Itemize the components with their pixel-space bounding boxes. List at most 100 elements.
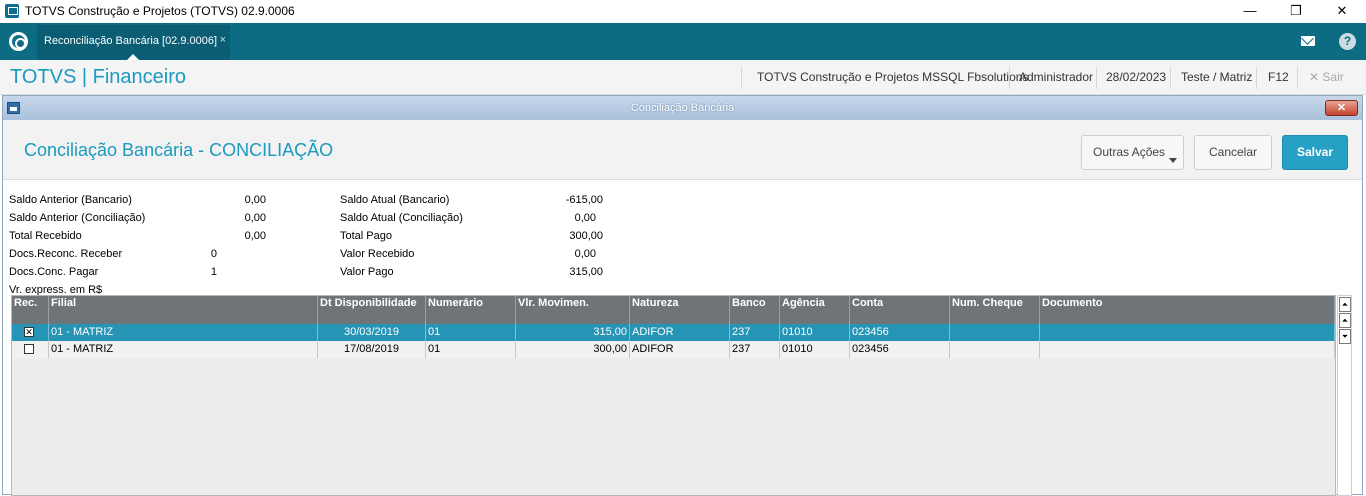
column-header-label: Num. Cheque — [952, 297, 1023, 309]
maximize-button[interactable]: ❐ — [1273, 0, 1319, 23]
summary-value: 0,00 — [574, 212, 596, 224]
column-header-numerario[interactable]: Numerário — [426, 296, 516, 324]
natureza-cell: ADIFOR — [630, 341, 730, 358]
dialog-titlebar: Conciliação Bancária ✕ — [3, 96, 1362, 120]
totvs-logo-icon[interactable] — [9, 32, 28, 51]
conciliacao-dialog: Conciliação Bancária ✕ Conciliação Bancá… — [2, 95, 1363, 496]
tab-label: Reconciliação Bancária [02.9.0006] — [44, 35, 218, 47]
column-header-agencia[interactable]: Agência — [780, 296, 850, 324]
summary-value: -615,00 — [565, 194, 603, 206]
column-header-vlr-movimen[interactable]: Vlr. Movimen. — [516, 296, 630, 324]
mail-icon[interactable] — [1292, 23, 1325, 60]
column-header-conta[interactable]: Conta — [850, 296, 950, 324]
table-row[interactable]: ✕ 01 - MATRIZ 30/03/2019 01 315,00 ADIFO… — [12, 324, 1335, 341]
rec-cell[interactable] — [12, 341, 49, 358]
summary-label: Saldo Anterior (Conciliação) — [9, 212, 146, 224]
column-header-label: Conta — [852, 297, 884, 309]
dt-disponibilidade-cell: 30/03/2019 — [318, 324, 426, 341]
summary-value: 300,00 — [569, 230, 603, 242]
divider — [1297, 67, 1298, 89]
num-cheque-cell — [950, 341, 1040, 358]
more-actions-button[interactable]: Outras Ações — [1081, 135, 1184, 170]
column-header-label: Natureza — [632, 297, 679, 309]
summary-label: Total Pago — [340, 230, 392, 242]
column-header-label: Filial — [51, 297, 77, 309]
summary-value: 0,00 — [244, 230, 266, 242]
conta-cell: 023456 — [850, 341, 950, 358]
grid-scrollbar[interactable]: ⏶ ⏶ ⏷ — [1337, 295, 1352, 496]
summary-value: 0 — [210, 248, 217, 260]
vlr-movimen-cell: 315,00 — [516, 324, 630, 341]
cancel-button[interactable]: Cancelar — [1194, 135, 1272, 170]
num-cheque-cell — [950, 324, 1040, 341]
column-header-label: Agência — [782, 297, 825, 309]
dialog-close-button[interactable]: ✕ — [1325, 100, 1358, 116]
column-header-label: Documento — [1042, 297, 1103, 309]
divider — [1170, 67, 1171, 89]
environment-info[interactable]: Teste / Matriz — [1181, 70, 1252, 84]
divider — [1096, 67, 1097, 89]
divider — [1256, 67, 1257, 89]
summary-label: Valor Recebido — [340, 248, 415, 260]
column-header-num-cheque[interactable]: Num. Cheque — [950, 296, 1040, 324]
movements-table[interactable]: Rec. Filial Dt Disponibilidade Numerário… — [11, 295, 1336, 496]
summary-label: Docs.Reconc. Receber — [9, 248, 123, 260]
dialog-title: Conciliação Bancária — [630, 102, 735, 114]
summary-value: 0,00 — [244, 212, 266, 224]
app-window-icon — [5, 4, 19, 18]
window-titlebar: TOTVS Construção e Projetos (TOTVS) 02.9… — [0, 0, 1366, 23]
summary-label: Saldo Atual (Bancario) — [340, 194, 450, 206]
rec-cell[interactable]: ✕ — [12, 324, 49, 341]
tab-reconciliacao-bancaria[interactable]: Reconciliação Bancária [02.9.0006] × — [37, 25, 230, 60]
summary-value: 0,00 — [244, 194, 266, 206]
agencia-cell: 01010 — [780, 341, 850, 358]
page-title: Conciliação Bancária - CONCILIAÇÃO — [24, 140, 334, 160]
row-checkbox[interactable] — [24, 344, 34, 354]
summary-label: Docs.Conc. Pagar — [9, 266, 99, 278]
exit-button[interactable]: ✕ Sair — [1309, 70, 1344, 84]
column-header-label: Vlr. Movimen. — [518, 297, 589, 309]
dialog-header: Conciliação Bancária - CONCILIAÇÃO Outra… — [3, 120, 1362, 180]
date-info[interactable]: 28/02/2023 — [1106, 70, 1166, 84]
column-header-label: Rec. — [14, 297, 38, 309]
user-info[interactable]: Administrador — [1019, 70, 1093, 84]
close-window-button[interactable]: ✕ — [1319, 0, 1365, 23]
window-title: TOTVS Construção e Projetos (TOTVS) 02.9… — [25, 4, 295, 18]
column-header-filial[interactable]: Filial — [49, 296, 318, 324]
summary-value: 0,00 — [574, 248, 596, 260]
table-row[interactable]: 01 - MATRIZ 17/08/2019 01 300,00 ADIFOR … — [12, 341, 1335, 358]
column-header-label: Numerário — [428, 297, 484, 309]
scroll-top-icon[interactable]: ⏶ — [1339, 297, 1351, 312]
documento-cell — [1040, 324, 1335, 341]
exit-label: Sair — [1322, 70, 1344, 84]
row-checkbox[interactable]: ✕ — [24, 327, 34, 337]
product-header: TOTVS | Financeiro TOTVS Construção e Pr… — [0, 60, 1366, 95]
shortcut-f12[interactable]: F12 — [1268, 70, 1289, 84]
summary-value: 315,00 — [569, 266, 603, 278]
conta-cell: 023456 — [850, 324, 950, 341]
minimize-button[interactable]: — — [1227, 0, 1273, 23]
column-header-banco[interactable]: Banco — [730, 296, 780, 324]
documento-cell — [1040, 341, 1335, 358]
column-header-dt-disponibilidade[interactable]: Dt Disponibilidade — [318, 296, 426, 324]
column-header-rec[interactable]: Rec. — [12, 296, 49, 324]
divider — [1009, 67, 1010, 89]
app-toolbar: Reconciliação Bancária [02.9.0006] × ? — [0, 23, 1366, 60]
scroll-down-icon[interactable]: ⏷ — [1339, 329, 1351, 344]
close-icon: ✕ — [1309, 70, 1320, 84]
numerario-cell: 01 — [426, 324, 516, 341]
vlr-movimen-cell: 300,00 — [516, 341, 630, 358]
summary-label: Saldo Anterior (Bancario) — [9, 194, 132, 206]
tab-close-icon[interactable]: × — [220, 34, 226, 46]
dt-disponibilidade-cell: 17/08/2019 — [318, 341, 426, 358]
summary-value: 1 — [210, 266, 217, 278]
summary-label: Saldo Atual (Conciliação) — [340, 212, 463, 224]
save-button[interactable]: Salvar — [1282, 135, 1348, 170]
column-header-natureza[interactable]: Natureza — [630, 296, 730, 324]
scroll-page-up-icon[interactable]: ⏶ — [1339, 313, 1351, 328]
natureza-cell: ADIFOR — [630, 324, 730, 341]
column-header-documento[interactable]: Documento — [1040, 296, 1335, 324]
banco-cell: 237 — [730, 341, 780, 358]
help-icon[interactable]: ? — [1339, 33, 1356, 50]
filial-cell: 01 - MATRIZ — [49, 324, 318, 341]
